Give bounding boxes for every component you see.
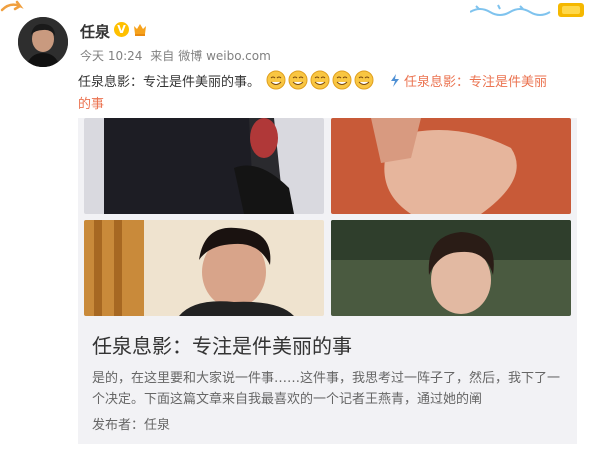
decoration-arrow-icon [0,0,24,12]
card-author: 发布者：任泉 [92,418,171,433]
smiley-emoji-icon [310,70,330,90]
article-link[interactable]: 任泉息影：专注是件美丽 [404,71,547,90]
username[interactable]: 任泉 [80,21,110,42]
card-photo-4 [331,220,571,316]
article-link-continued[interactable]: 的事 [78,93,104,112]
vip-level-icon [134,24,146,36]
decoration-wave-icon [470,3,584,17]
card-photo-3 [84,220,324,316]
smiley-emoji-icon [288,70,308,90]
article-card[interactable]: 任泉息影：专注是件美丽的事 是的，在这里要和大家说一件事……这件事，我思考过一阵… [78,118,577,444]
card-description: 是的，在这里要和大家说一件事……这件事，我思考过一阵子了，然后，我下了一个决定。… [92,371,561,407]
post-meta: 今天 10:24 来自 微博 weibo.com [80,47,275,64]
smiley-emoji-icon [332,70,352,90]
avatar[interactable] [18,17,68,67]
post-time[interactable]: 今天 10:24 [80,49,142,63]
lightning-icon [391,73,400,87]
post-text-line: 任泉息影：专注是件美丽的事。 任泉息影：专注是件美丽 [78,70,547,90]
card-photo-1 [84,118,324,214]
via-label: 来自 [150,49,175,63]
smiley-emoji-icon [266,70,286,90]
smiley-emoji-icon [354,70,374,90]
verified-badge-icon: V [114,22,129,37]
post-text: 任泉息影：专注是件美丽的事。 [78,74,261,90]
card-photo-2 [331,118,571,214]
card-image-grid [78,118,577,316]
card-title[interactable]: 任泉息影：专注是件美丽的事 [92,330,352,359]
emoji-group [266,70,376,90]
post-source[interactable]: 微博 weibo.com [178,49,271,63]
